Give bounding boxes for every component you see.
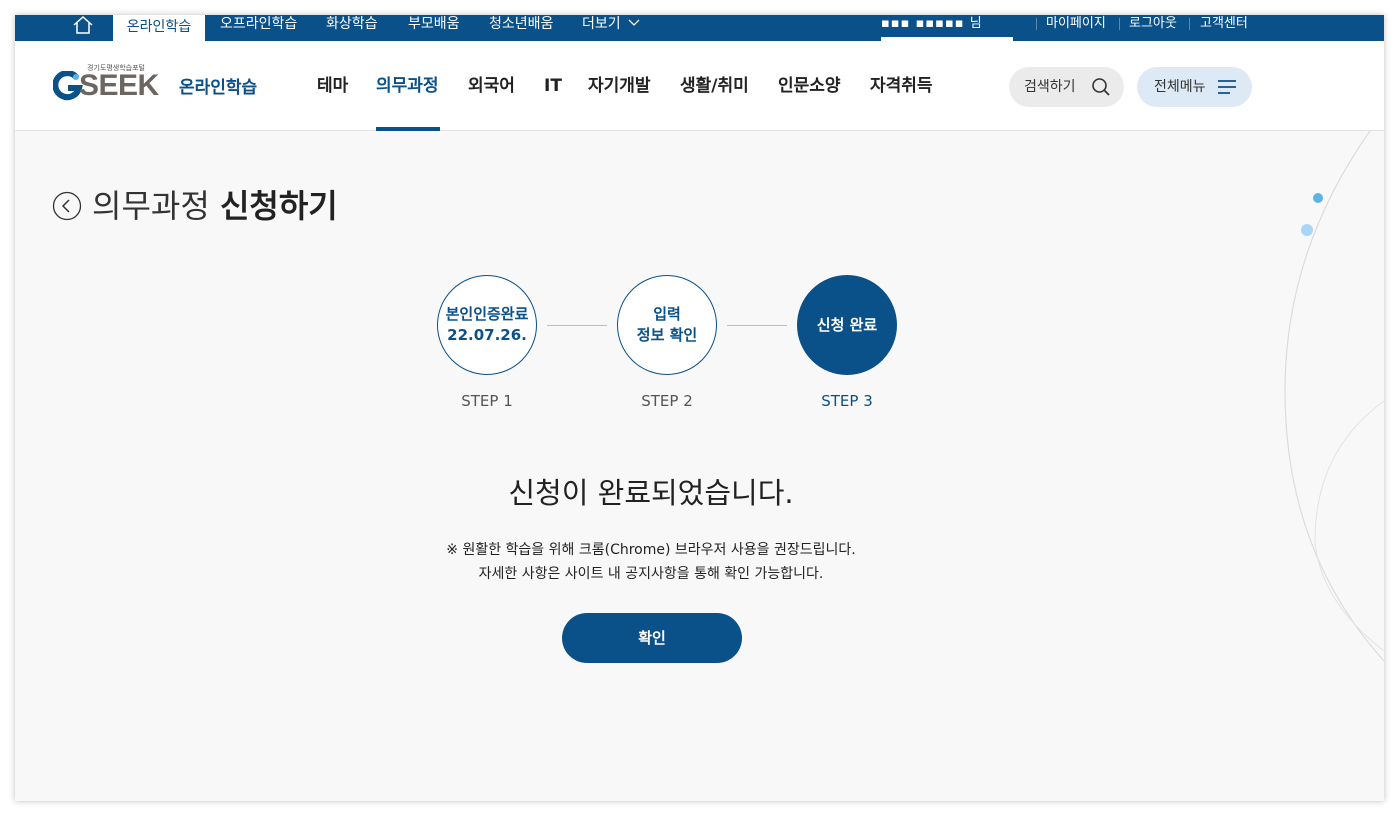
- nav-mandatory-course[interactable]: 의무과정: [376, 75, 439, 97]
- confirm-button[interactable]: 확인: [562, 613, 742, 663]
- search-button[interactable]: 검색하기: [1009, 67, 1124, 107]
- step-2-text: 입력 정보 확인: [636, 305, 698, 344]
- nav-theme[interactable]: 테마: [317, 75, 348, 97]
- mypage-link[interactable]: 마이페이지: [1046, 15, 1106, 36]
- user-greeting: ▪▪▪ ▪▪▪▪▪ 님: [881, 15, 1013, 41]
- step-2-label: STEP 2: [641, 392, 693, 410]
- tab-video-learning[interactable]: 화상학습: [326, 15, 378, 41]
- nav-foreign-language[interactable]: 외국어: [468, 75, 515, 97]
- divider: [1189, 18, 1190, 30]
- tab-parent-learning[interactable]: 부모배움: [408, 15, 460, 41]
- step-3-text: 신청 완료: [816, 315, 878, 334]
- nav-hobby[interactable]: 생활/취미: [680, 75, 749, 97]
- home-icon: [73, 15, 93, 34]
- completion-message: 신청이 완료되었습니다.: [508, 476, 794, 510]
- divider: [1036, 18, 1037, 30]
- tab-online-learning[interactable]: 온라인학습: [113, 15, 205, 41]
- chevron-down-icon: [628, 19, 640, 26]
- page-title-action: 신청하기: [219, 187, 338, 225]
- gseek-logo[interactable]: 경기도평생학습포털 SEEK 온라인학습: [53, 63, 273, 107]
- hamburger-menu-icon: [1218, 80, 1236, 94]
- page-title: 의무과정 신청하기: [92, 185, 338, 227]
- page-title-category: 의무과정: [92, 187, 210, 225]
- step-2-circle: 입력 정보 확인: [617, 275, 717, 375]
- all-menu-label: 전체메뉴: [1154, 79, 1206, 95]
- nav-humanities[interactable]: 인문소양: [778, 75, 841, 97]
- search-icon: [1092, 78, 1110, 96]
- browser-viewport: 온라인학습 오프라인학습 화상학습 부모배움 청소년배움 더보기 ▪▪▪ ▪▪▪…: [15, 15, 1384, 801]
- browser-notice: ※ 원활한 학습을 위해 크롬(Chrome) 브라우저 사용을 권장드립니다.: [446, 542, 856, 558]
- nav-self-development[interactable]: 자기개발: [588, 75, 651, 97]
- step-1-circle: 본인인증완료 22.07.26.: [437, 275, 537, 375]
- step-1-text: 본인인증완료 22.07.26.: [445, 305, 529, 344]
- all-menu-button[interactable]: 전체메뉴: [1137, 67, 1252, 107]
- tab-more[interactable]: 더보기: [582, 15, 640, 41]
- search-label: 검색하기: [1024, 79, 1076, 95]
- step-connector: [547, 325, 607, 326]
- step-1-label: STEP 1: [461, 392, 513, 410]
- back-arrow-icon: [52, 191, 82, 221]
- nav-certification[interactable]: 자격취득: [870, 75, 933, 97]
- step-3-label: STEP 3: [821, 392, 873, 410]
- customer-center-link[interactable]: 고객센터: [1200, 15, 1248, 36]
- step-3-circle: 신청 완료: [797, 275, 897, 375]
- notice-detail: 자세한 사항은 사이트 내 공지사항을 통해 확인 가능합니다.: [478, 566, 824, 582]
- back-button[interactable]: [52, 191, 82, 221]
- nav-active-indicator: [376, 127, 440, 131]
- main-header: 경기도평생학습포털 SEEK 온라인학습 테마 의무과정 외국어 IT 자기개발…: [15, 41, 1384, 131]
- logo-subtitle: 온라인학습: [179, 78, 258, 98]
- user-name: ▪▪▪ ▪▪▪▪▪ 님: [881, 16, 983, 31]
- home-button[interactable]: [71, 15, 95, 35]
- tab-offline-learning[interactable]: 오프라인학습: [220, 15, 297, 41]
- divider: [1119, 18, 1120, 30]
- logo-seek-text: SEEK: [79, 69, 159, 102]
- top-utility-bar: 온라인학습 오프라인학습 화상학습 부모배움 청소년배움 더보기 ▪▪▪ ▪▪▪…: [15, 15, 1384, 41]
- tab-more-label: 더보기: [582, 16, 621, 32]
- logout-link[interactable]: 로그아웃: [1129, 15, 1177, 36]
- decorative-arcs: [1284, 131, 1384, 662]
- tab-youth-learning[interactable]: 청소년배움: [489, 15, 553, 41]
- nav-it[interactable]: IT: [544, 75, 562, 97]
- step-connector: [727, 325, 787, 326]
